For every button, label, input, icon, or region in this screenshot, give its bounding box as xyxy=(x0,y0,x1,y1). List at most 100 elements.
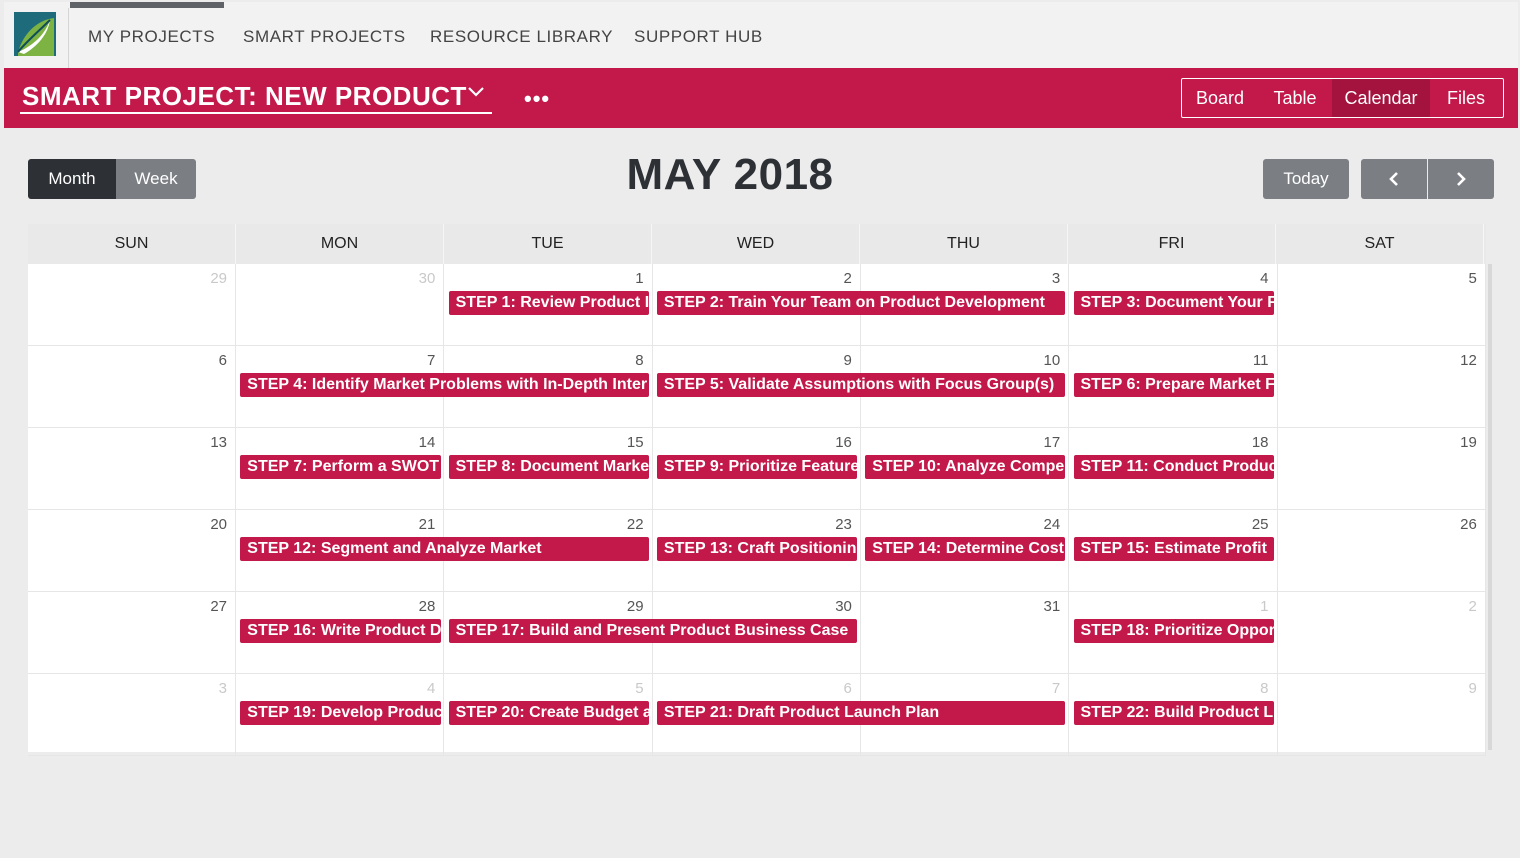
day-number: 3 xyxy=(1051,270,1061,287)
day-number: 6 xyxy=(843,680,852,697)
tab-calendar[interactable]: Calendar xyxy=(1332,79,1430,117)
calendar-day-cell[interactable]: 3 xyxy=(28,674,236,756)
view-tabs: Board Table Calendar Files xyxy=(1181,78,1504,118)
month-view-button[interactable]: Month xyxy=(28,159,116,199)
day-number: 18 xyxy=(1251,434,1269,451)
day-number: 28 xyxy=(418,598,436,615)
calendar-day-cell[interactable]: 5 xyxy=(1278,264,1486,346)
day-number: 9 xyxy=(1468,680,1477,697)
calendar-event[interactable]: STEP 8: Document Marke xyxy=(448,455,649,479)
week-view-button[interactable]: Week xyxy=(116,159,196,199)
calendar-event[interactable]: STEP 7: Perform a SWOT xyxy=(240,455,441,479)
calendar-day-cell[interactable]: 6 xyxy=(28,346,236,428)
tab-table[interactable]: Table xyxy=(1258,79,1332,117)
calendar-event[interactable]: STEP 21: Draft Product Launch Plan xyxy=(656,701,1066,725)
calendar-event[interactable]: STEP 22: Build Product L xyxy=(1073,701,1274,725)
calendar-day-cell[interactable]: 26 xyxy=(1278,510,1486,592)
calendar-day-cell[interactable]: 12 xyxy=(1278,346,1486,428)
dow-fri: FRI xyxy=(1068,224,1276,264)
calendar-day-cell[interactable]: 20 xyxy=(28,510,236,592)
day-number: 15 xyxy=(626,434,644,451)
nav-smart-projects[interactable]: SMART PROJECTS xyxy=(243,27,406,47)
calendar-event[interactable]: STEP 15: Estimate Profit xyxy=(1073,537,1274,561)
chevron-left-icon xyxy=(1389,172,1398,186)
calendar-event[interactable]: STEP 1: Review Product I xyxy=(448,291,649,315)
day-number: 19 xyxy=(1460,434,1477,451)
previous-month-button[interactable] xyxy=(1361,159,1427,199)
top-navigation: MY PROJECTS SMART PROJECTS RESOURCE LIBR… xyxy=(4,2,1518,68)
next-month-button[interactable] xyxy=(1428,159,1494,199)
calendar-event[interactable]: STEP 11: Conduct Produc xyxy=(1073,455,1274,479)
day-number: 4 xyxy=(1260,270,1269,287)
calendar-day-cell[interactable]: 19 xyxy=(1278,428,1486,510)
day-number: 20 xyxy=(210,516,227,533)
day-number: 27 xyxy=(210,598,227,615)
calendar-day-cell[interactable]: 27 xyxy=(28,592,236,674)
calendar-event[interactable]: STEP 20: Create Budget a xyxy=(448,701,649,725)
day-number: 6 xyxy=(218,352,227,369)
calendar-day-cell[interactable]: 29 xyxy=(28,264,236,346)
day-number: 16 xyxy=(835,434,852,451)
chevron-down-icon[interactable] xyxy=(466,85,486,99)
day-number: 4 xyxy=(426,680,436,697)
logo-icon xyxy=(14,12,56,56)
calendar-event[interactable]: STEP 17: Build and Present Product Busin… xyxy=(448,619,858,643)
calendar-scrollbar[interactable] xyxy=(1488,264,1492,750)
day-number: 9 xyxy=(843,352,852,369)
calendar-event[interactable]: STEP 5: Validate Assumptions with Focus … xyxy=(656,373,1066,397)
dow-mon: MON xyxy=(236,224,444,264)
day-number: 7 xyxy=(426,352,436,369)
calendar-weeks: 29 30 1 2 3 4 5 6 7 8 9 10 11 12 13 14 15 16 17 18 19 20 21 22 2… xyxy=(28,264,1486,756)
calendar-day-cell[interactable]: 13 xyxy=(28,428,236,510)
month-week-toggle: Month Week xyxy=(28,159,196,199)
calendar-event[interactable]: STEP 9: Prioritize Feature xyxy=(656,455,858,479)
nav-resource-library[interactable]: RESOURCE LIBRARY xyxy=(430,27,613,47)
today-button[interactable]: Today xyxy=(1263,159,1349,199)
calendar-event[interactable]: STEP 19: Develop Produc xyxy=(240,701,441,725)
day-number: 5 xyxy=(635,680,644,697)
nav-my-projects[interactable]: MY PROJECTS xyxy=(88,27,215,47)
tab-board[interactable]: Board xyxy=(1182,79,1258,117)
day-number: 8 xyxy=(635,352,644,369)
nav-active-indicator xyxy=(70,2,224,8)
day-number: 8 xyxy=(1260,680,1269,697)
calendar-event[interactable]: STEP 4: Identify Market Problems with In… xyxy=(240,373,649,397)
calendar-event[interactable]: STEP 12: Segment and Analyze Market xyxy=(240,537,649,561)
day-of-week-header: SUN MON TUE WED THU FRI SAT xyxy=(28,224,1486,264)
calendar-day-cell[interactable]: 30 xyxy=(236,264,445,346)
app-logo[interactable] xyxy=(4,2,68,68)
tab-files[interactable]: Files xyxy=(1430,79,1502,117)
chevron-right-icon xyxy=(1457,172,1466,186)
day-number: 3 xyxy=(218,680,227,697)
nav-divider xyxy=(68,8,69,68)
calendar-day-cell[interactable]: 2 xyxy=(1278,592,1486,674)
day-number: 11 xyxy=(1252,352,1269,369)
calendar-grid: SUN MON TUE WED THU FRI SAT 29 30 1 2 3 4 5 6 7 8… xyxy=(28,224,1486,756)
day-number: 12 xyxy=(1460,352,1477,369)
nav-support-hub[interactable]: SUPPORT HUB xyxy=(634,27,763,47)
calendar-month-title: MAY 2018 xyxy=(626,150,834,199)
calendar-event[interactable]: STEP 14: Determine Cost xyxy=(865,537,1066,561)
day-number: 10 xyxy=(1043,352,1061,369)
calendar-day-cell[interactable]: 9 xyxy=(1278,674,1486,756)
day-number: 23 xyxy=(835,516,852,533)
calendar-event[interactable]: STEP 10: Analyze Compe xyxy=(865,455,1066,479)
calendar-event[interactable]: STEP 6: Prepare Market F xyxy=(1073,373,1274,397)
day-number: 5 xyxy=(1468,270,1477,287)
more-options-icon[interactable]: ••• xyxy=(524,86,550,112)
day-number: 14 xyxy=(418,434,436,451)
day-number: 1 xyxy=(635,270,644,287)
dow-wed: WED xyxy=(652,224,860,264)
calendar-event[interactable]: STEP 18: Prioritize Oppor xyxy=(1073,619,1274,643)
dow-sat: SAT xyxy=(1276,224,1484,264)
calendar-event[interactable]: STEP 16: Write Product D xyxy=(240,619,441,643)
calendar-day-cell[interactable]: 31 xyxy=(861,592,1070,674)
dow-sun: SUN xyxy=(28,224,236,264)
calendar-event[interactable]: STEP 2: Train Your Team on Product Devel… xyxy=(656,291,1066,315)
project-title[interactable]: SMART PROJECT: NEW PRODUCT xyxy=(22,81,467,112)
day-number: 22 xyxy=(626,516,644,533)
dow-thu: THU xyxy=(860,224,1068,264)
day-number: 29 xyxy=(210,270,227,287)
calendar-event[interactable]: STEP 13: Craft Positionin xyxy=(656,537,858,561)
calendar-event[interactable]: STEP 3: Document Your F xyxy=(1073,291,1274,315)
